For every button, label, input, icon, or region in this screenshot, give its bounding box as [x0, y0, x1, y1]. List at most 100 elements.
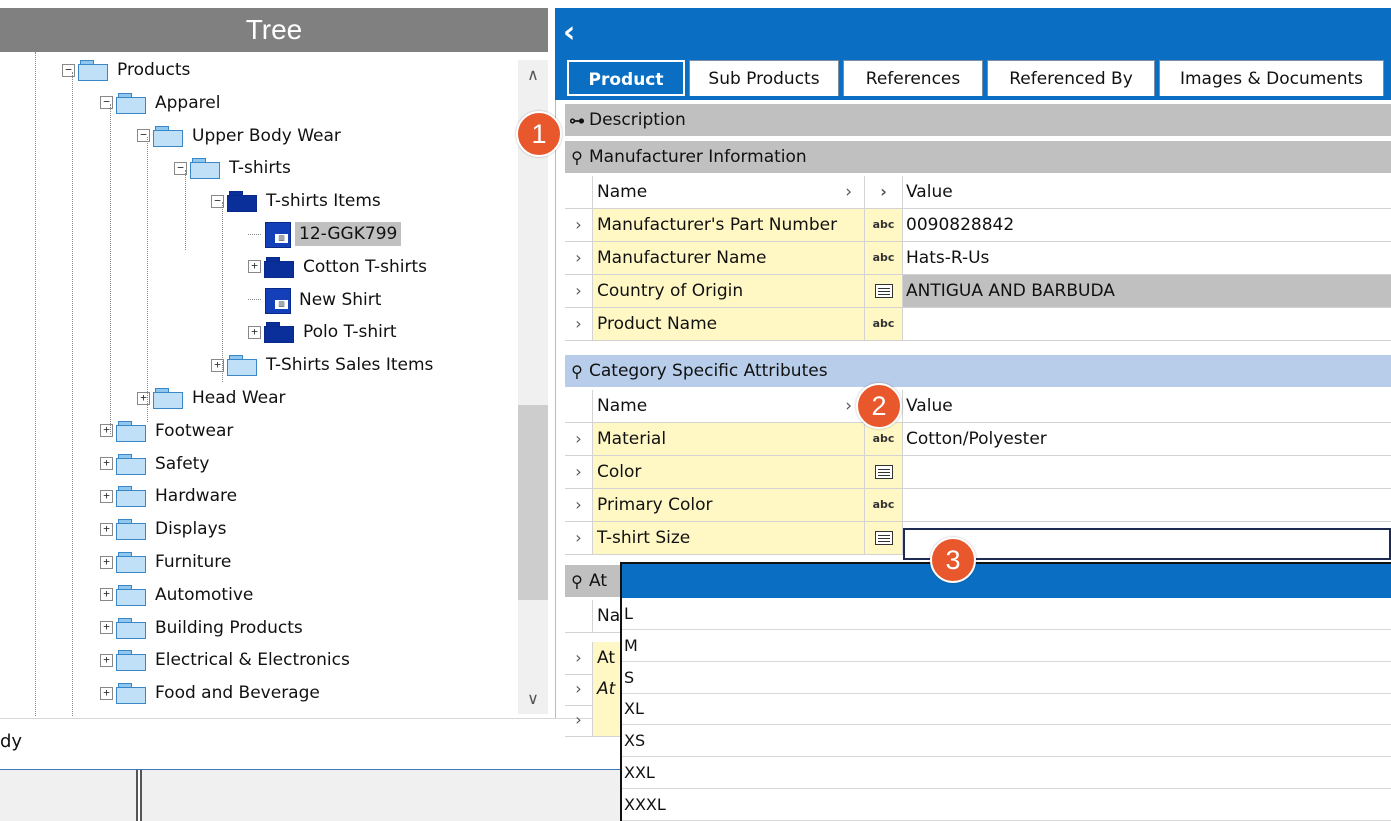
row-expand-icon[interactable]: › — [565, 242, 593, 274]
tab-sub-products[interactable]: Sub Products — [689, 60, 839, 96]
expand-icon[interactable]: + — [100, 686, 113, 700]
attribute-row[interactable]: › Manufacturer's Part Number abc 0090828842 — [565, 209, 1391, 242]
tree-node-label[interactable]: Displays — [151, 517, 231, 541]
tshirt-size-dropdown[interactable]: L M S XL XS XXL XXXL — [620, 562, 1391, 821]
attribute-value[interactable] — [903, 456, 1391, 488]
expand-icon[interactable]: + — [100, 457, 113, 471]
attribute-value[interactable] — [903, 308, 1391, 340]
name-column-header[interactable]: Name › — [593, 176, 865, 208]
attribute-value[interactable]: ANTIGUA AND BARBUDA — [903, 275, 1391, 307]
attribute-row[interactable]: › Country of Origin ANTIGUA AND BARBUDA — [565, 275, 1391, 308]
tree-node[interactable]: − Upper Body Wear — [137, 121, 345, 151]
section-category-specific-attributes[interactable]: ⚲ Category Specific Attributes — [565, 355, 1391, 387]
tree-node[interactable]: ▥ 12-GGK799 — [248, 219, 402, 249]
pin-icon[interactable]: ⚲ — [565, 572, 589, 591]
tree-node[interactable]: + Automotive — [100, 580, 257, 610]
tree-node[interactable]: + T-Shirts Sales Items — [211, 350, 437, 380]
scroll-down-icon[interactable]: ∨ — [518, 684, 548, 714]
tree-node[interactable]: + Safety — [100, 449, 213, 479]
expand-icon[interactable]: + — [100, 653, 113, 667]
tree-view[interactable]: − Products − Apparel − Upper Body Wear − T-shir… — [0, 52, 548, 716]
tree-node-label[interactable]: New Shirt — [295, 288, 385, 312]
tree-node[interactable]: + Electrical & Electronics — [100, 645, 354, 675]
tree-node-label[interactable]: Safety — [151, 452, 213, 476]
tree-node[interactable]: − Products — [62, 55, 194, 85]
expand-icon[interactable]: + — [100, 621, 113, 635]
tab-references[interactable]: References — [843, 60, 983, 96]
tree-node-label[interactable]: Furniture — [151, 550, 235, 574]
tree-node[interactable]: − Apparel — [100, 88, 224, 118]
row-expand-icon[interactable]: › — [565, 673, 593, 705]
dropdown-option[interactable]: XS — [622, 725, 1391, 758]
attribute-value[interactable]: 0090828842 — [903, 209, 1391, 241]
collapse-icon[interactable]: − — [100, 96, 113, 110]
attribute-row[interactable]: › At — [565, 642, 621, 675]
expand-icon[interactable]: + — [100, 522, 113, 536]
attribute-row[interactable]: › At — [565, 673, 621, 706]
tree-node[interactable]: + Hardware — [100, 481, 241, 511]
tree-node[interactable]: + Cotton T-shirts — [248, 252, 431, 282]
splitter-handle[interactable] — [136, 770, 142, 821]
dropdown-option[interactable]: L — [622, 598, 1391, 630]
tree-node-label[interactable]: Building Products — [151, 616, 307, 640]
section-description[interactable]: ⊶ Description — [565, 104, 1391, 136]
row-expand-icon[interactable]: › — [565, 489, 593, 521]
tree-node-label[interactable]: Footwear — [151, 419, 237, 443]
tree-node[interactable]: + Polo T-shirt — [248, 317, 401, 347]
tree-node-label[interactable]: T-shirts Items — [262, 189, 385, 213]
name-column-header[interactable]: Na — [593, 600, 621, 632]
tree-node-label[interactable]: Apparel — [151, 91, 224, 115]
tree-node-label[interactable]: Polo T-shirt — [299, 320, 401, 344]
attribute-row[interactable]: › Color — [565, 456, 1391, 489]
row-expand-icon[interactable]: › — [565, 522, 593, 554]
attribute-row[interactable]: › Manufacturer Name abc Hats-R-Us — [565, 242, 1391, 275]
dropdown-option[interactable]: XL — [622, 693, 1391, 726]
row-expand-icon[interactable]: › — [565, 642, 593, 674]
row-expand-icon[interactable]: › — [565, 308, 593, 340]
tree-scrollbar[interactable]: ∧ ∨ — [518, 60, 548, 714]
dropdown-option[interactable]: M — [622, 630, 1391, 662]
tab-images-documents[interactable]: Images & Documents — [1159, 60, 1384, 96]
collapse-key-icon[interactable]: ⊶ — [565, 111, 589, 130]
expand-icon[interactable]: + — [137, 391, 150, 405]
chevron-right-icon[interactable]: › — [845, 390, 852, 422]
section-attributes[interactable]: ⚲ At — [565, 565, 621, 597]
tree-node[interactable]: +Kitchen — [100, 711, 223, 716]
chevron-right-icon[interactable]: › — [865, 176, 903, 208]
tree-node-label[interactable]: Hardware — [151, 484, 241, 508]
tree-node-label[interactable]: 12-GGK799 — [295, 222, 402, 246]
row-expand-icon[interactable]: › — [565, 209, 593, 241]
expand-icon[interactable]: + — [248, 260, 261, 274]
attribute-value[interactable] — [903, 489, 1391, 521]
row-expand-icon[interactable]: › — [565, 704, 593, 736]
scrollbar-thumb[interactable] — [518, 405, 548, 600]
tree-node[interactable]: + Head Wear — [137, 383, 290, 413]
tree-node[interactable]: − T-shirts Items — [211, 186, 385, 216]
tree-node-label[interactable]: T-shirts — [225, 156, 295, 180]
tree-node-label[interactable]: Automotive — [151, 583, 257, 607]
tree-node-label[interactable]: T-Shirts Sales Items — [262, 353, 437, 377]
section-manufacturer-information[interactable]: ⚲ Manufacturer Information — [565, 141, 1391, 173]
tree-node[interactable]: ▥ New Shirt — [248, 285, 385, 315]
attribute-row[interactable]: › Product Name abc — [565, 308, 1391, 341]
tree-node[interactable]: − T-shirts — [174, 153, 295, 183]
tree-node-label[interactable]: Electrical & Electronics — [151, 648, 354, 672]
tree-node-label[interactable]: Cotton T-shirts — [299, 255, 431, 279]
dropdown-option[interactable]: S — [622, 662, 1391, 694]
tree-node[interactable]: + Building Products — [100, 613, 307, 643]
expand-icon[interactable]: + — [100, 588, 113, 602]
collapse-icon[interactable]: − — [137, 129, 150, 143]
tab-product[interactable]: Product — [567, 60, 685, 96]
collapse-icon[interactable]: − — [62, 63, 75, 77]
tree-node-label[interactable]: Products — [113, 58, 194, 82]
value-column-header[interactable]: Value — [903, 390, 1391, 422]
value-column-header[interactable]: Value — [903, 176, 1391, 208]
attribute-value[interactable]: Hats-R-Us — [903, 242, 1391, 274]
back-arrow-icon[interactable]: ‹ — [563, 14, 587, 52]
attribute-value[interactable]: Cotton/Polyester — [903, 423, 1391, 455]
scroll-up-icon[interactable]: ∧ — [518, 60, 548, 90]
tshirt-size-input[interactable] — [903, 528, 1391, 560]
row-expand-icon[interactable]: › — [565, 423, 593, 455]
tree-node-label[interactable]: Head Wear — [188, 386, 290, 410]
tree-node-label[interactable]: Upper Body Wear — [188, 124, 345, 148]
